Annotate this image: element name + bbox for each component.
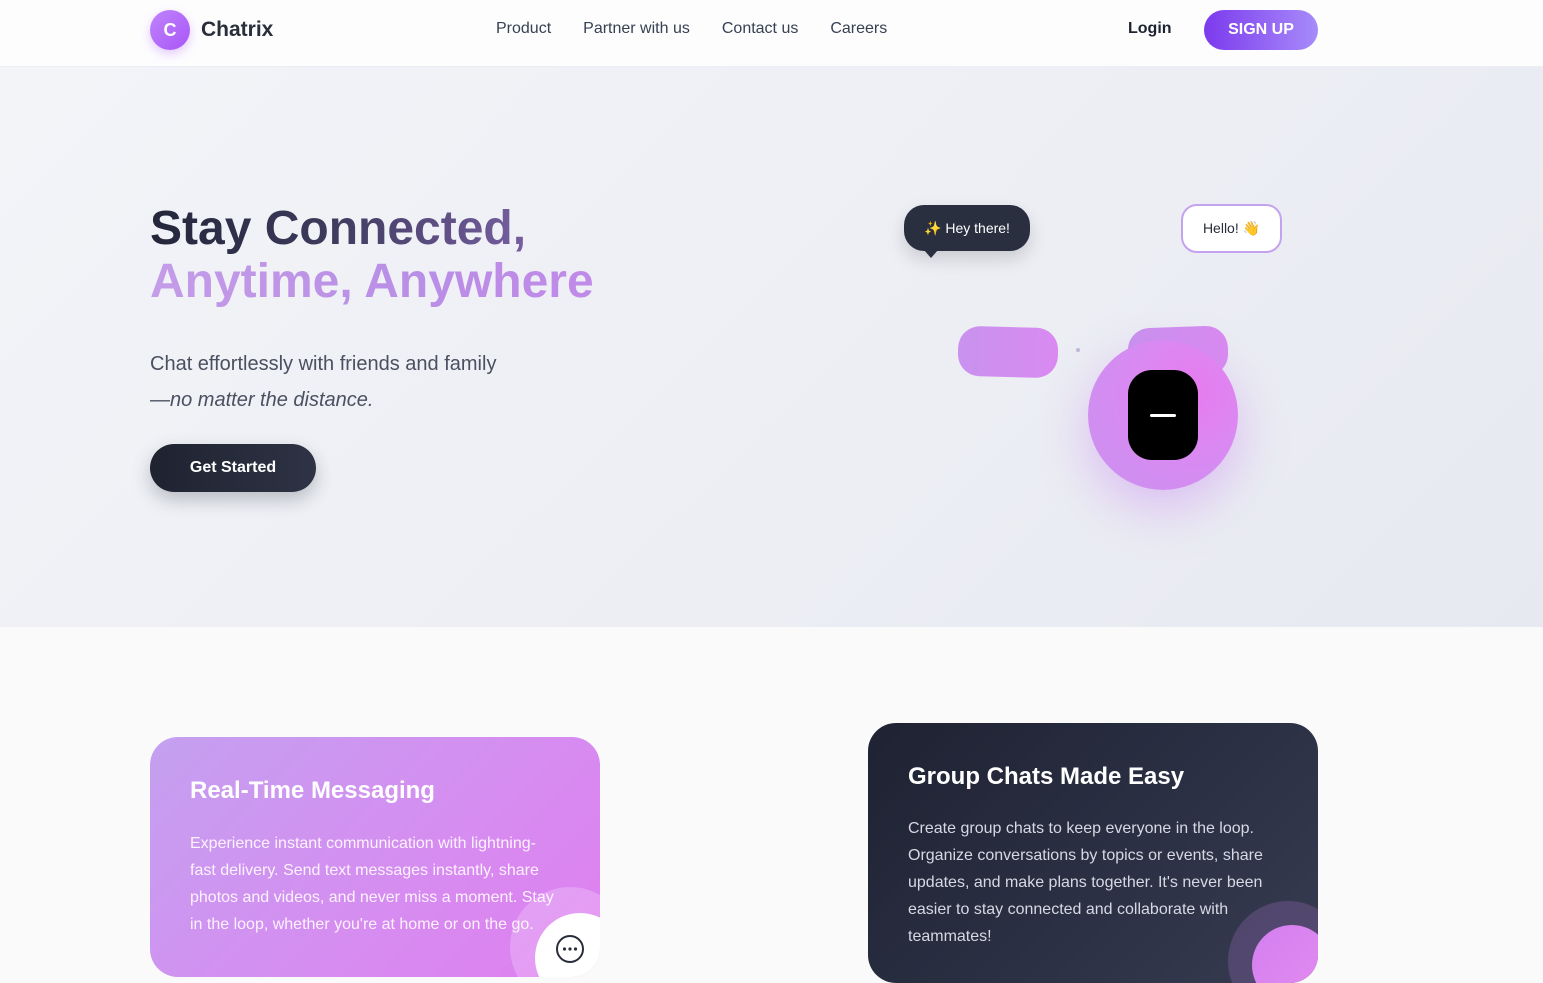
login-link[interactable]: Login: [1128, 20, 1172, 38]
orb-face: [1128, 370, 1198, 460]
hero-title: Stay Connected, Anytime, Anywhere: [150, 202, 594, 308]
decorative-message-pill: [957, 325, 1059, 379]
chat-bubble-icon: [556, 935, 584, 963]
chat-bubble-light-text: Hello! 👋: [1202, 220, 1261, 236]
chat-bubble-light: Hello! 👋: [1181, 204, 1282, 253]
brand-name[interactable]: Chatrix: [201, 18, 273, 42]
logo-badge[interactable]: C: [150, 10, 190, 50]
top-navigation: C Chatrix Product Partner with us Contac…: [0, 0, 1543, 67]
nav-link-contact[interactable]: Contact us: [722, 20, 798, 38]
hero-section: Stay Connected, Anytime, Anywhere Chat e…: [0, 67, 1543, 627]
chat-bubble-dark-text: ✨ Hey there!: [924, 219, 1010, 236]
feature-title: Group Chats Made Easy: [908, 763, 1185, 790]
hero-subtitle: Chat effortlessly with friends and famil…: [150, 346, 496, 418]
hero-subtitle-line2: —no matter the distance.: [150, 389, 374, 411]
signup-button[interactable]: SIGN UP: [1204, 10, 1318, 50]
decorative-dot: [1076, 348, 1080, 352]
nav-link-careers[interactable]: Careers: [830, 20, 887, 38]
get-started-button[interactable]: Get Started: [150, 444, 316, 492]
nav-link-product[interactable]: Product: [496, 20, 551, 38]
feature-description: Create group chats to keep everyone in t…: [908, 820, 1263, 945]
hero-subtitle-line1: Chat effortlessly with friends and famil…: [150, 353, 497, 375]
feature-card-group-chats: Group Chats Made Easy Create group chats…: [868, 723, 1318, 983]
orb-mouth-line: [1150, 414, 1176, 417]
chat-bubble-dark: ✨ Hey there!: [904, 205, 1030, 258]
feature-title: Real-Time Messaging: [190, 777, 435, 804]
feature-description: Experience instant communication with li…: [190, 835, 554, 933]
nav-link-partner[interactable]: Partner with us: [583, 20, 690, 38]
chat-orb-illustration: [1088, 340, 1238, 490]
hero-title-line2: Anytime, Anywhere: [150, 255, 594, 308]
bubble-tail: [924, 250, 938, 258]
feature-card-realtime: Real-Time Messaging Experience instant c…: [150, 737, 600, 977]
hero-title-line1: Stay Connected,: [150, 202, 594, 255]
nav-links: Product Partner with us Contact us Caree…: [496, 20, 887, 38]
